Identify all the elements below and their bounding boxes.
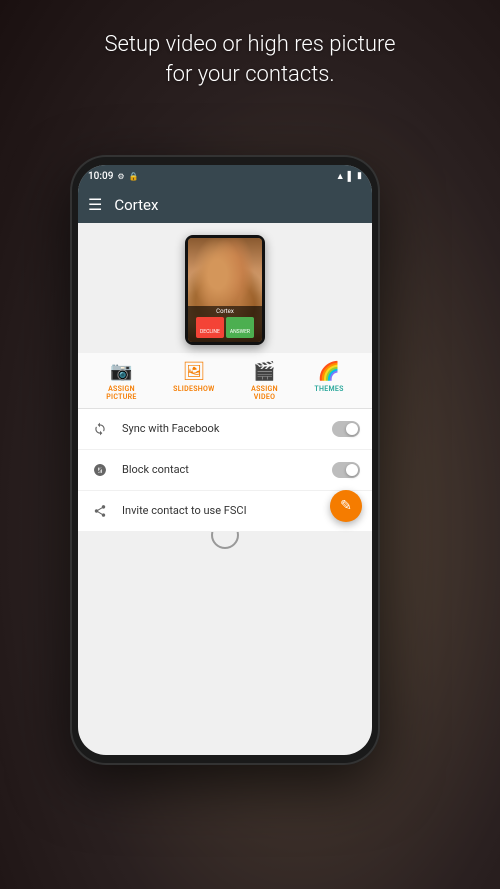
assign-picture-label: ASSIGNPICTURE <box>106 385 136 402</box>
status-bar: 10:09 ⚙ 🔒 ▲ ▌ ▮ <box>78 165 372 187</box>
block-contact-toggle[interactable] <box>332 462 360 478</box>
themes-icon: 🌈 <box>318 361 340 382</box>
caller-name: Cortex <box>192 308 258 315</box>
block-contact-item[interactable]: Block contact <box>78 450 372 491</box>
fab-edit[interactable]: ✎ <box>330 490 362 522</box>
assign-video-label: ASSIGNVIDEO <box>251 385 278 402</box>
toggle-knob-2 <box>346 464 358 476</box>
assign-picture-action[interactable]: 📷 ASSIGNPICTURE <box>106 361 136 402</box>
slideshow-icon: 🖼 <box>182 361 205 382</box>
sync-icon <box>90 419 110 439</box>
slideshow-label: SLIDESHOW <box>173 385 214 393</box>
preview-area: Cortex DECLINE ANSWER <box>78 223 372 353</box>
menu-icon[interactable]: ☰ <box>88 197 102 213</box>
slideshow-action[interactable]: 🖼 SLIDESHOW <box>173 361 214 402</box>
invite-contact-item[interactable]: Invite contact to use FSCI <box>78 491 372 532</box>
phone-screen: 10:09 ⚙ 🔒 ▲ ▌ ▮ ☰ Cortex Cortex <box>78 165 372 755</box>
share-icon <box>90 501 110 521</box>
block-icon <box>90 460 110 480</box>
decline-button[interactable]: DECLINE <box>196 317 224 338</box>
sync-facebook-text: Sync with Facebook <box>122 422 320 435</box>
themes-label: THEMES <box>314 385 343 393</box>
toolbar-title: Cortex <box>114 196 158 214</box>
assign-video-action[interactable]: 🎬 ASSIGNVIDEO <box>251 361 278 402</box>
phone-frame: 10:09 ⚙ 🔒 ▲ ▌ ▮ ☰ Cortex Cortex <box>70 155 380 765</box>
headline-line2: for your contacts. <box>165 62 334 87</box>
home-bar <box>78 532 372 552</box>
themes-action[interactable]: 🌈 THEMES <box>314 361 343 402</box>
fab-icon: ✎ <box>340 498 352 514</box>
assign-video-icon: 🎬 <box>253 361 275 382</box>
block-contact-text: Block contact <box>122 463 320 476</box>
status-right: ▲ ▌ ▮ <box>336 171 362 182</box>
time-display: 10:09 <box>88 171 113 182</box>
decline-label: DECLINE <box>200 329 220 335</box>
mini-phone: Cortex DECLINE ANSWER <box>185 235 265 345</box>
accept-button[interactable]: ANSWER <box>226 317 254 338</box>
sync-facebook-item[interactable]: Sync with Facebook <box>78 409 372 450</box>
settings-list: Sync with Facebook Block contact <box>78 409 372 532</box>
invite-contact-text: Invite contact to use FSCI <box>122 504 360 517</box>
wifi-icon: ▲ <box>336 171 345 182</box>
settings-icon: ⚙ <box>117 172 124 181</box>
mini-phone-screen: Cortex DECLINE ANSWER <box>188 238 262 342</box>
call-buttons: DECLINE ANSWER <box>192 315 258 340</box>
app-toolbar: ☰ Cortex <box>78 187 372 223</box>
toggle-knob <box>346 423 358 435</box>
action-row: 📷 ASSIGNPICTURE 🖼 SLIDESHOW 🎬 ASSIGNVIDE… <box>78 353 372 409</box>
lock-icon: 🔒 <box>129 172 139 181</box>
signal-icon: ▌ <box>348 171 354 182</box>
headline-line1: Setup video or high res picture <box>104 32 395 57</box>
accept-label: ANSWER <box>230 329 250 335</box>
sync-facebook-toggle[interactable] <box>332 421 360 437</box>
status-left: 10:09 ⚙ 🔒 <box>88 171 139 182</box>
assign-picture-icon: 📷 <box>110 361 132 382</box>
headline: Setup video or high res picture for your… <box>0 30 500 89</box>
caller-overlay: Cortex DECLINE ANSWER <box>188 306 262 342</box>
battery-icon: ▮ <box>357 171 362 181</box>
